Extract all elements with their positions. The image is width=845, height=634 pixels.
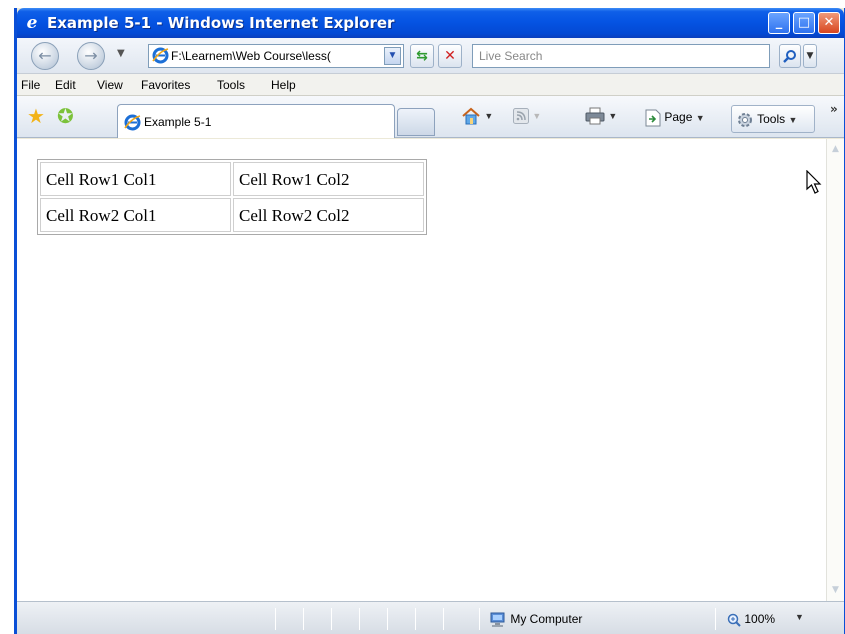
status-divider [443, 608, 444, 630]
mouse-cursor-icon [806, 170, 822, 194]
menu-bar: File Edit View Favorites Tools Help [17, 74, 844, 96]
internet-explorer-icon: e [26, 13, 38, 33]
forward-button[interactable]: → [77, 42, 105, 70]
stop-button[interactable]: ✕ [438, 44, 462, 68]
menu-tools[interactable]: Tools [217, 78, 245, 92]
page-content: Cell Row1 Col1 Cell Row1 Col2 Cell Row2 … [17, 139, 826, 601]
forward-arrow-icon: → [84, 46, 98, 65]
zoom-icon [727, 613, 741, 627]
window-title: Example 5-1 - Windows Internet Explorer [47, 14, 395, 32]
menu-file[interactable]: File [21, 78, 40, 92]
search-input[interactable] [477, 48, 757, 64]
feeds-button[interactable]: ▼ [513, 108, 541, 124]
feeds-icon [513, 108, 529, 124]
menu-help[interactable]: Help [271, 78, 296, 92]
print-button[interactable]: ▼ [585, 107, 617, 125]
status-divider [303, 608, 304, 630]
favorites-center-button[interactable]: ★ [27, 106, 45, 126]
close-button[interactable]: ✕ [818, 12, 840, 34]
tab-command-bar: ★ ✪ Example 5-1 ▼ ▼ ▼ Page ▼ Tools ▼ » [17, 96, 844, 138]
address-toolbar: ← → ▼ F:\Learnem\Web Course\less( ▼ ⇆ ✕ [17, 38, 844, 74]
search-button[interactable] [779, 44, 801, 68]
status-bar: My Computer 100% ▼ [17, 601, 844, 634]
zoom-level[interactable]: 100% [727, 612, 775, 627]
security-zone[interactable]: My Computer [489, 612, 582, 628]
table-cell: Cell Row2 Col2 [233, 198, 424, 232]
refresh-icon: ⇆ [416, 48, 428, 64]
title-bar[interactable]: e Example 5-1 - Windows Internet Explore… [17, 8, 844, 38]
add-favorites-icon: ✪ [57, 104, 74, 128]
scroll-down-button[interactable]: ▼ [828, 582, 843, 599]
table-cell: Cell Row1 Col1 [40, 162, 231, 196]
my-computer-icon [490, 612, 505, 627]
zoom-label: 100% [744, 612, 776, 626]
printer-icon [585, 107, 605, 125]
status-divider [415, 608, 416, 630]
maximize-button[interactable]: □ [793, 12, 815, 34]
refresh-button[interactable]: ⇆ [410, 44, 434, 68]
tools-menu-button[interactable]: Tools ▼ [731, 105, 815, 133]
status-divider [275, 608, 276, 630]
tools-menu-label: Tools [757, 112, 786, 127]
more-commands-chevron[interactable]: » [830, 102, 838, 116]
table-row: Cell Row2 Col1 Cell Row2 Col2 [40, 198, 424, 232]
minimize-button[interactable]: _ [768, 12, 790, 34]
search-field[interactable] [472, 44, 770, 68]
zoom-dropdown[interactable]: ▼ [795, 612, 804, 622]
back-button[interactable]: ← [31, 42, 59, 70]
page-table: Cell Row1 Col1 Cell Row1 Col2 Cell Row2 … [37, 159, 427, 235]
stop-icon: ✕ [444, 48, 456, 64]
internet-explorer-icon [124, 114, 141, 131]
internet-explorer-icon [152, 47, 169, 64]
vertical-scrollbar[interactable]: ▲ ▼ [826, 139, 844, 601]
table-cell: Cell Row2 Col1 [40, 198, 231, 232]
back-arrow-icon: ← [38, 46, 52, 65]
tab-example-5-1[interactable]: Example 5-1 [117, 104, 395, 138]
table-row: Cell Row1 Col1 Cell Row1 Col2 [40, 162, 424, 196]
recent-pages-dropdown[interactable]: ▼ [117, 48, 125, 59]
new-tab-button[interactable] [397, 108, 435, 136]
status-divider [359, 608, 360, 630]
status-divider [331, 608, 332, 630]
page-menu-button[interactable]: Page ▼ [645, 109, 705, 127]
page-menu-label: Page [664, 110, 693, 125]
table-cell: Cell Row1 Col2 [233, 162, 424, 196]
status-divider [479, 608, 480, 630]
home-icon [462, 107, 480, 125]
address-dropdown-button[interactable]: ▼ [384, 47, 401, 65]
browser-window: e Example 5-1 - Windows Internet Explore… [14, 8, 845, 634]
star-icon: ★ [27, 104, 45, 128]
status-divider [715, 608, 716, 630]
scroll-up-button[interactable]: ▲ [828, 141, 843, 158]
status-divider [387, 608, 388, 630]
tab-label: Example 5-1 [144, 115, 212, 129]
menu-favorites[interactable]: Favorites [141, 78, 190, 92]
add-favorites-button[interactable]: ✪ [57, 106, 74, 126]
magnifier-icon [783, 50, 796, 63]
home-button[interactable]: ▼ [461, 107, 493, 125]
gear-icon [738, 113, 752, 127]
address-value: F:\Learnem\Web Course\less( [171, 49, 331, 63]
search-options-dropdown[interactable]: ▼ [803, 44, 817, 68]
address-bar[interactable]: F:\Learnem\Web Course\less( ▼ [148, 44, 404, 68]
security-zone-label: My Computer [510, 612, 583, 627]
page-icon [645, 109, 661, 127]
menu-edit[interactable]: Edit [55, 78, 76, 92]
menu-view[interactable]: View [97, 78, 123, 92]
